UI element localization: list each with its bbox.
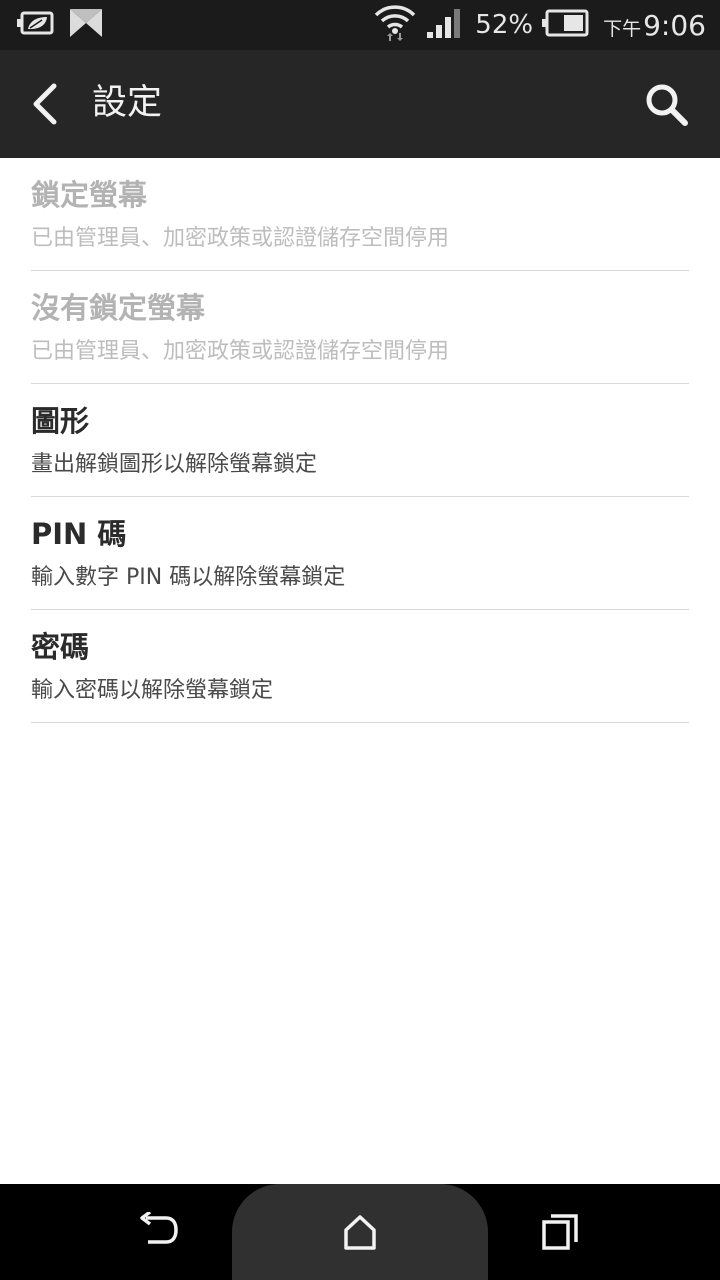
option-subtitle: 輸入密碼以解除螢幕鎖定 <box>31 678 274 703</box>
option-title: 鎖定螢幕 <box>31 178 148 212</box>
option-title: 圖形 <box>31 404 90 438</box>
option-title: 沒有鎖定螢幕 <box>31 291 206 325</box>
time: 9:06 <box>643 8 706 42</box>
nav-home-button[interactable] <box>338 1212 382 1252</box>
option-lock-screen[interactable]: 鎖定螢幕 已由管理員、加密政策或認證儲存空間停用 <box>31 158 689 271</box>
wifi-icon <box>373 3 417 47</box>
back-button[interactable] <box>26 82 66 126</box>
lock-screen-settings: 52% 下午 9:06 設定 鎖定螢幕 已由管理員、加密政策或認證儲存空間停用 … <box>0 0 720 1280</box>
status-bar: 52% 下午 9:06 <box>0 0 720 50</box>
option-subtitle: 已由管理員、加密政策或認證儲存空間停用 <box>31 226 450 251</box>
chevron-left-icon <box>33 83 57 125</box>
option-pin[interactable]: PIN 碼 輸入數字 PIN 碼以解除螢幕鎖定 <box>31 497 689 610</box>
back-arrow-icon <box>140 1210 178 1244</box>
battery-percent: 52% <box>475 10 534 40</box>
recent-apps-icon <box>542 1214 578 1250</box>
action-bar: 設定 <box>0 50 720 158</box>
signal-icon <box>425 6 465 44</box>
clock: 下午 9:06 <box>603 9 706 42</box>
time-period: 下午 <box>603 17 642 40</box>
search-icon <box>646 84 688 126</box>
battery-saver-icon <box>16 8 56 42</box>
option-pattern[interactable]: 圖形 畫出解鎖圖形以解除螢幕鎖定 <box>31 384 689 497</box>
htc-app-icon <box>68 6 104 44</box>
navigation-bar <box>0 1184 720 1280</box>
option-title: 密碼 <box>31 630 90 664</box>
search-button[interactable] <box>642 80 690 128</box>
option-title: PIN 碼 <box>31 517 127 551</box>
home-icon <box>344 1215 376 1250</box>
lock-option-list: 鎖定螢幕 已由管理員、加密政策或認證儲存空間停用 沒有鎖定螢幕 已由管理員、加密… <box>0 158 720 723</box>
nav-back-button[interactable] <box>138 1210 182 1252</box>
option-password[interactable]: 密碼 輸入密碼以解除螢幕鎖定 <box>31 610 689 723</box>
option-no-lock-screen[interactable]: 沒有鎖定螢幕 已由管理員、加密政策或認證儲存空間停用 <box>31 271 689 384</box>
option-subtitle: 畫出解鎖圖形以解除螢幕鎖定 <box>31 452 318 477</box>
option-subtitle: 輸入數字 PIN 碼以解除螢幕鎖定 <box>31 565 346 590</box>
nav-recent-button[interactable] <box>538 1212 582 1252</box>
page-title: 設定 <box>92 83 163 123</box>
option-subtitle: 已由管理員、加密政策或認證儲存空間停用 <box>31 339 450 364</box>
battery-icon <box>541 9 589 41</box>
